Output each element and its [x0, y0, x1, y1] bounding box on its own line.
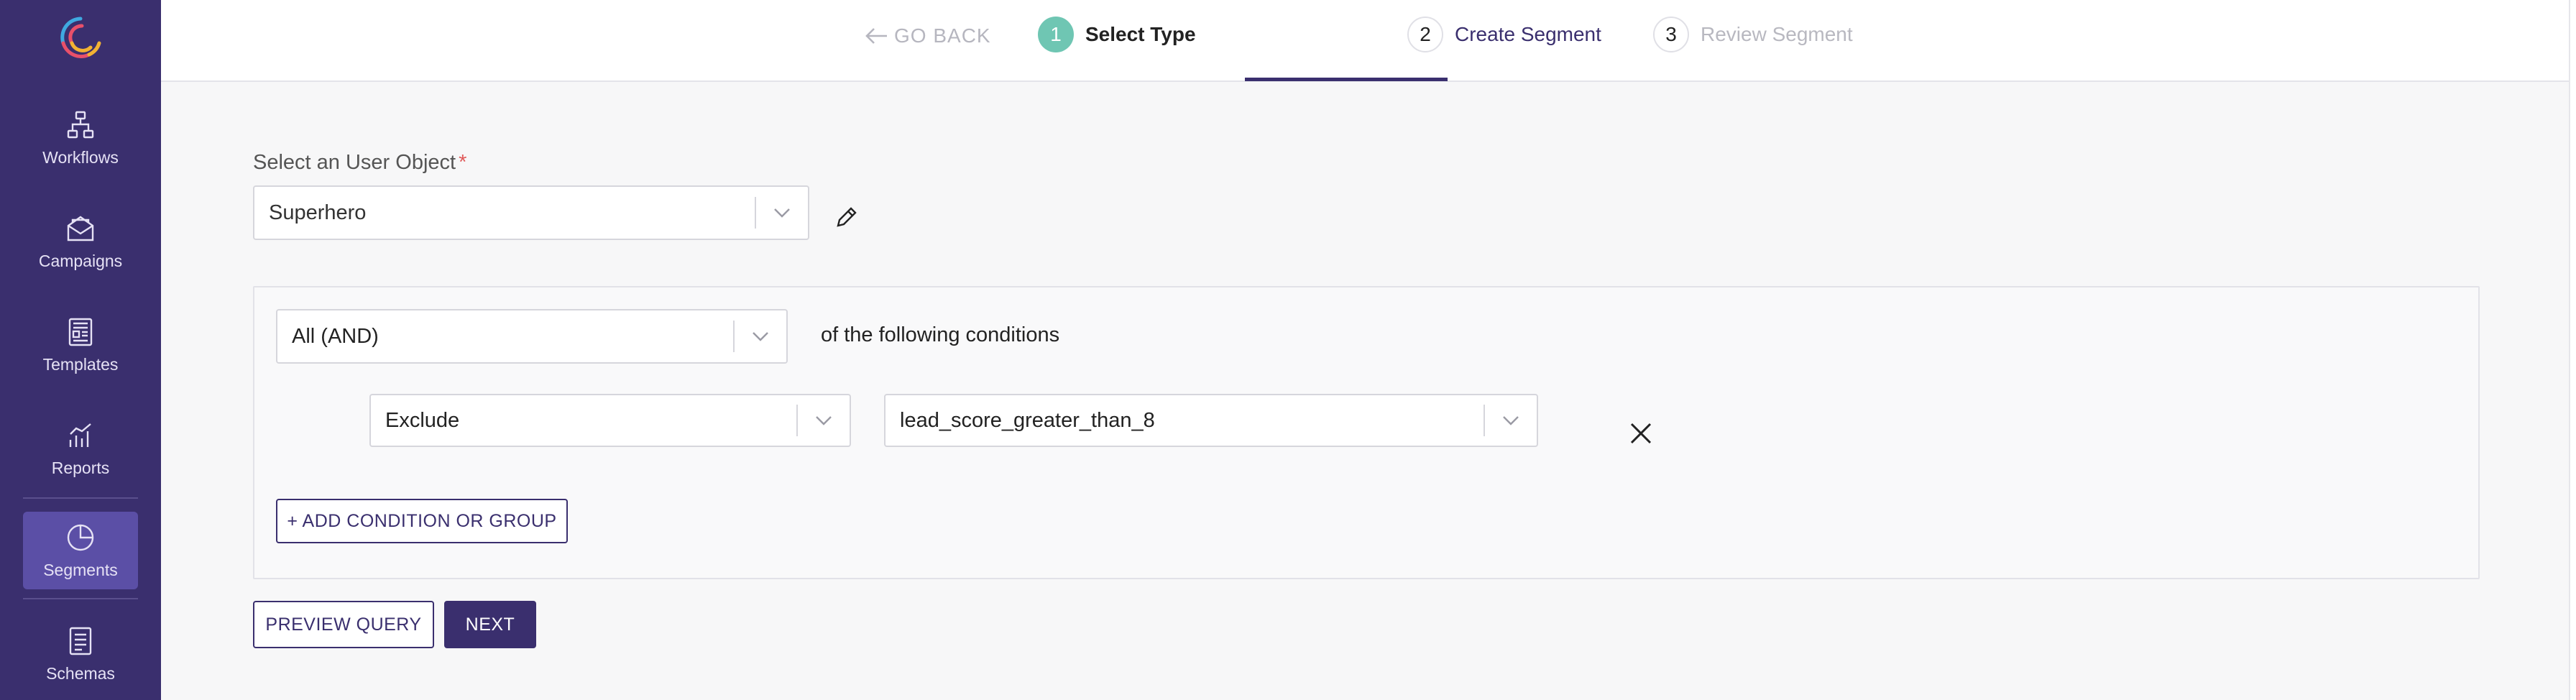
- sidebar: Workflows Campaigns Templates Reports Se…: [0, 0, 161, 700]
- condition-segment-value: lead_score_greater_than_8: [900, 408, 1155, 432]
- active-step-indicator: [1245, 78, 1448, 81]
- sidebar-item-workflows[interactable]: Workflows: [23, 99, 138, 177]
- sidebar-item-label: Campaigns: [38, 251, 123, 270]
- step-create-segment[interactable]: 2 Create Segment: [1407, 14, 1601, 55]
- chevron-down-icon[interactable]: [735, 331, 786, 342]
- sidebar-item-label: Reports: [51, 458, 110, 477]
- close-icon[interactable]: [1627, 420, 1655, 447]
- step-label: Create Segment: [1455, 23, 1601, 45]
- go-back-label: GO BACK: [894, 24, 991, 47]
- sidebar-item-label: Segments: [43, 560, 118, 579]
- user-object-label: Select an User Object *: [253, 151, 466, 175]
- condition-mode-value: Exclude: [385, 408, 460, 432]
- user-object-select[interactable]: Superhero: [253, 185, 809, 240]
- user-object-value: Superhero: [269, 201, 367, 224]
- sidebar-item-label: Schemas: [46, 663, 115, 683]
- step-select-type[interactable]: 1 Select Type: [1038, 14, 1196, 55]
- required-marker: *: [459, 151, 467, 174]
- chart-icon: [69, 423, 91, 447]
- sidebar-item-templates[interactable]: Templates: [23, 306, 138, 384]
- sidebar-item-reports[interactable]: Reports: [23, 410, 138, 487]
- step-label: Select Type: [1085, 23, 1196, 45]
- step-number: 2: [1407, 17, 1443, 52]
- sidebar-item-campaigns[interactable]: Campaigns: [23, 203, 138, 280]
- stepper-header: GO BACK 1 Select Type 2 Create Segment 3…: [161, 0, 2576, 82]
- add-condition-button[interactable]: + ADD CONDITION OR GROUP: [276, 499, 568, 543]
- match-type-value: All (AND): [292, 324, 379, 348]
- window-edge: [2569, 0, 2576, 700]
- arrow-left-icon: [865, 28, 887, 44]
- condition-segment-select[interactable]: lead_score_greater_than_8: [884, 394, 1538, 447]
- pencil-icon[interactable]: [834, 206, 858, 230]
- mail-icon: [67, 216, 94, 241]
- condition-mode-select[interactable]: Exclude: [369, 394, 851, 447]
- step-label: Review Segment: [1701, 23, 1853, 45]
- step-review-segment[interactable]: 3 Review Segment: [1653, 14, 1853, 55]
- go-back-button[interactable]: GO BACK: [864, 22, 991, 50]
- preview-query-button[interactable]: PREVIEW QUERY: [253, 601, 434, 648]
- sidebar-item-schemas[interactable]: Schemas: [23, 615, 138, 693]
- pie-chart-icon: [67, 524, 94, 551]
- sidebar-item-segments[interactable]: Segments: [23, 512, 138, 589]
- sidebar-divider: [23, 497, 138, 499]
- app-logo[interactable]: [58, 14, 104, 60]
- workflow-icon: [67, 111, 94, 138]
- chevron-down-icon[interactable]: [1485, 415, 1537, 426]
- conditions-suffix-text: of the following conditions: [821, 323, 1060, 346]
- chevron-down-icon[interactable]: [756, 207, 808, 218]
- sidebar-divider: [23, 598, 138, 599]
- document-icon: [69, 627, 92, 655]
- sidebar-item-label: Workflows: [42, 147, 119, 167]
- step-number: 3: [1653, 17, 1689, 52]
- match-type-select[interactable]: All (AND): [276, 309, 788, 364]
- next-button[interactable]: NEXT: [444, 601, 536, 648]
- template-icon: [68, 318, 93, 346]
- user-object-label-text: Select an User Object: [253, 151, 456, 174]
- step-number: 1: [1038, 17, 1074, 52]
- sidebar-item-label: Templates: [42, 354, 119, 374]
- chevron-down-icon[interactable]: [798, 415, 850, 426]
